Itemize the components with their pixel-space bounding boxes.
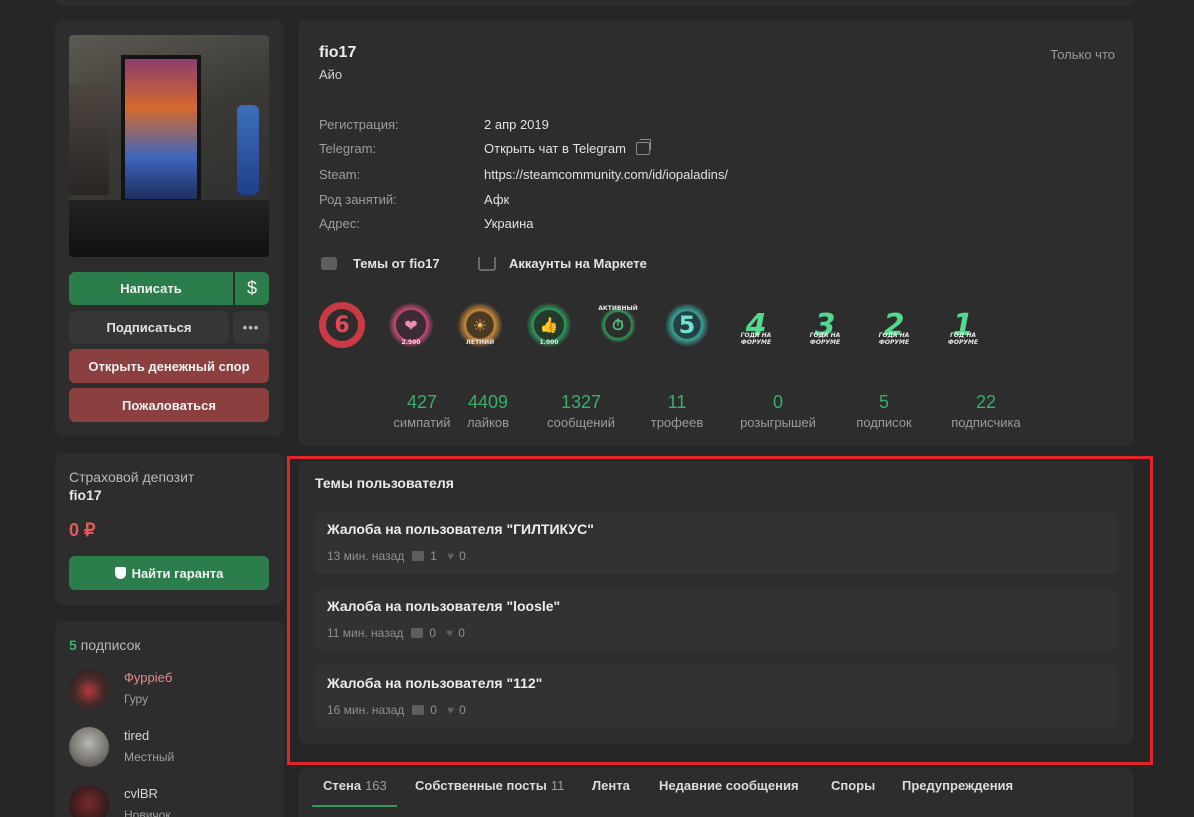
avatar-shelf xyxy=(69,85,109,195)
field-value-occupation: Афк xyxy=(484,192,510,207)
subscription-rank: Новичок xyxy=(124,808,171,817)
trophy-badge[interactable]: 5 xyxy=(664,302,710,348)
subscription-name[interactable]: tired xyxy=(124,728,149,743)
stat-item[interactable]: 0 розыгрышей xyxy=(723,392,833,430)
stat-value: 22 xyxy=(975,392,997,412)
deposit-card: Страховой депозит fio17 0 ₽ Найти гарант… xyxy=(55,453,284,605)
subscriptions-count: 5 xyxy=(69,637,77,653)
stat-label: розыгрышей xyxy=(740,415,816,430)
field-value-telegram: Открыть чат в Telegram xyxy=(484,139,651,156)
stats-row: 427 симпатий 4409 лайков 1327 сообщений 11 т… xyxy=(378,392,1058,436)
tab-count: 11 xyxy=(550,778,565,793)
trophy-badge[interactable]: ☀ ЛЕТНИЙ xyxy=(457,302,503,348)
subscription-name[interactable]: Фуррieб xyxy=(124,670,172,685)
trophy-badge[interactable]: 2 ГОДА НА ФОРУМЕ xyxy=(871,302,917,348)
subscriptions-card: 5 подписок Фуррieб Гуру tired Местный cvl… xyxy=(55,621,284,817)
market-accounts-link[interactable]: Аккаунты на Маркете xyxy=(478,256,647,271)
stat-value: 0 xyxy=(772,392,783,412)
stat-label: трофеев xyxy=(650,415,704,430)
stat-label: сообщений xyxy=(546,415,616,430)
profile-avatar[interactable] xyxy=(69,35,269,257)
field-label-occupation: Род занятий: xyxy=(319,192,397,207)
stat-item[interactable]: 11 трофеев xyxy=(622,392,732,430)
avatar[interactable] xyxy=(69,669,109,709)
dollar-icon[interactable]: $ xyxy=(235,272,269,305)
subscription-item[interactable]: Фуррieб Гуру xyxy=(69,669,269,713)
field-label-telegram: Telegram: xyxy=(319,141,377,156)
tab-feed[interactable]: Лента xyxy=(592,778,630,793)
trophy-badge[interactable]: 3 ГОДА НА ФОРУМЕ xyxy=(802,302,848,348)
profile-card: Написать $ Подписаться ••• Открыть денеж… xyxy=(55,20,284,436)
telegram-link[interactable]: Открыть чат в Telegram xyxy=(484,141,626,156)
deposit-username: fio17 xyxy=(69,487,102,503)
trophy-badge[interactable]: 6 xyxy=(319,302,365,348)
avatar[interactable] xyxy=(69,727,109,767)
report-button[interactable]: Пожаловаться xyxy=(69,388,269,422)
trophy-badge[interactable]: 4 ГОДА НА ФОРУМЕ xyxy=(733,302,779,348)
chat-icon xyxy=(321,257,337,270)
tab-own-posts[interactable]: Собственные посты 11 xyxy=(415,778,564,793)
shield-icon xyxy=(114,567,126,579)
avatar-desk xyxy=(69,200,269,257)
open-dispute-button[interactable]: Открыть денежный спор xyxy=(69,349,269,383)
stat-item[interactable]: 5 подписок xyxy=(829,392,939,430)
subscribe-button[interactable]: Подписаться xyxy=(69,311,229,344)
avatar-monitor xyxy=(121,55,201,203)
deposit-title: Страховой депозит xyxy=(69,469,195,485)
trophies-row: 6 ❤ 2.500 ☀ ЛЕТНИЙ 👍 1.000 ⏱ АКТИВНЫЙ 5 4 ГОД… xyxy=(317,302,997,352)
tab-disputes[interactable]: Споры xyxy=(831,778,875,793)
field-value-registration: 2 апр 2019 xyxy=(484,117,549,132)
stat-item[interactable]: 22 подписчика xyxy=(931,392,1041,430)
highlight-frame xyxy=(287,456,1153,765)
trophy-badge[interactable]: ⏱ АКТИВНЫЙ xyxy=(595,302,641,348)
trophy-badge[interactable]: 👍 1.000 xyxy=(526,302,572,348)
tab-warnings[interactable]: Предупреждения xyxy=(902,778,1013,793)
subscription-item[interactable]: cvlBR Новичок xyxy=(69,785,269,817)
more-options-icon[interactable]: ••• xyxy=(233,311,269,344)
field-label-registration: Регистрация: xyxy=(319,117,399,132)
user-topics-label: Темы от fio17 xyxy=(353,256,440,271)
profile-username: fio17 xyxy=(319,44,357,61)
top-panel-edge xyxy=(55,0,1134,6)
tab-recent-messages[interactable]: Недавние сообщения xyxy=(659,778,799,793)
subscription-name[interactable]: cvlBR xyxy=(124,786,158,801)
user-topics-link[interactable]: Темы от fio17 xyxy=(321,256,440,271)
active-tab-indicator xyxy=(312,805,397,807)
stat-value: 5 xyxy=(878,392,889,412)
trophy-badge[interactable]: 1 ГОД НА ФОРУМЕ xyxy=(940,302,986,348)
stat-value: 11 xyxy=(667,392,687,412)
find-guarantor-button[interactable]: Найти гаранта xyxy=(69,556,269,590)
write-message-button[interactable]: Написать xyxy=(69,272,233,305)
stat-item[interactable]: 1327 сообщений xyxy=(526,392,636,430)
field-label-steam: Steam: xyxy=(319,167,361,182)
profile-tabs: Стена 163 Собственные посты 11 Лента Недав… xyxy=(298,768,1134,817)
copy-icon[interactable] xyxy=(635,139,651,155)
market-accounts-label: Аккаунты на Маркете xyxy=(509,256,647,271)
stat-value: 1327 xyxy=(560,392,602,412)
field-label-address: Адрес: xyxy=(319,216,360,231)
profile-status: Айо xyxy=(319,67,343,82)
subscription-rank: Гуру xyxy=(124,692,149,706)
field-value-address: Украина xyxy=(484,216,534,231)
tab-wall[interactable]: Стена 163 xyxy=(323,778,387,793)
avatar[interactable] xyxy=(69,785,109,817)
trophy-badge[interactable]: ❤ 2.500 xyxy=(388,302,434,348)
stat-label: подписчика xyxy=(951,415,1021,430)
cart-icon xyxy=(478,256,496,271)
subscription-rank: Местный xyxy=(124,750,175,764)
subscriptions-title: 5 подписок xyxy=(69,637,141,653)
profile-info-card: fio17 Айо Только что Регистрация: 2 апр … xyxy=(298,20,1134,446)
avatar-bottle xyxy=(237,105,259,195)
find-guarantor-label: Найти гаранта xyxy=(131,565,224,581)
last-seen: Только что xyxy=(1050,47,1115,62)
subscription-item[interactable]: tired Местный xyxy=(69,727,269,771)
subscriptions-label: подписок xyxy=(80,637,141,653)
deposit-amount: 0 ₽ xyxy=(69,520,96,540)
steam-link[interactable]: https://steamcommunity.com/id/iopaladins… xyxy=(484,167,728,182)
stat-label: подписок xyxy=(856,415,912,430)
tab-count: 163 xyxy=(365,778,387,793)
